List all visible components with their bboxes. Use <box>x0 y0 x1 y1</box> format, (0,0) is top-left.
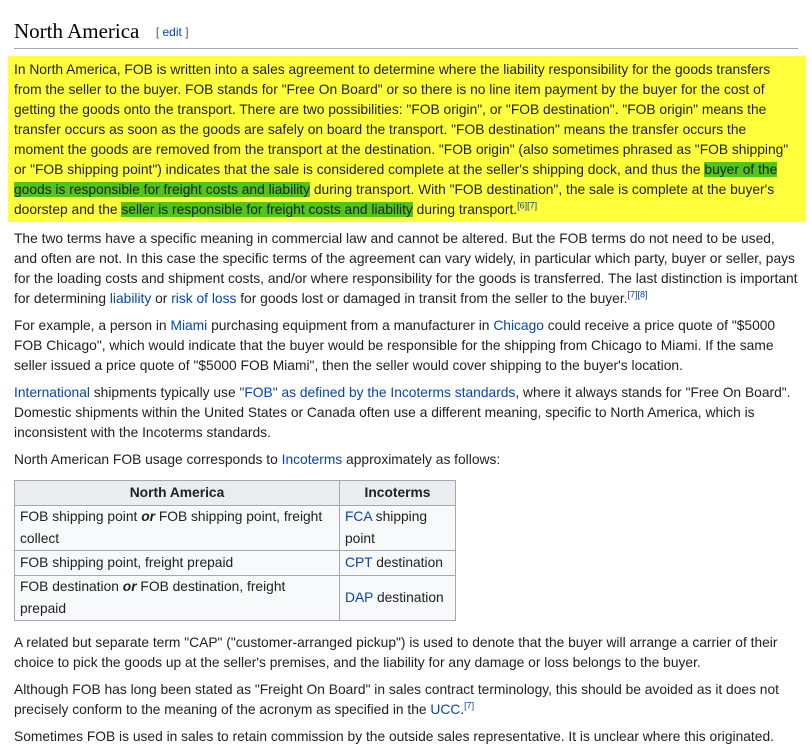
link-fca[interactable]: FCA <box>345 509 372 524</box>
text: Although FOB has long been stated as "Fr… <box>14 682 779 717</box>
link-miami[interactable]: Miami <box>170 318 207 333</box>
highlight-seller-responsible: seller is responsible for freight costs … <box>121 202 413 217</box>
paragraph-fob-definition: In North America, FOB is written into a … <box>8 56 806 222</box>
cell-text: FOB shipping point, freight prepaid <box>20 555 234 570</box>
edit-bracket-open: [ <box>155 25 163 39</box>
link-incoterms[interactable]: Incoterms <box>282 452 343 467</box>
section-title: North America <box>14 19 140 43</box>
paragraph-example: For example, a person in Miami purchasin… <box>14 316 798 376</box>
text: North American FOB usage corresponds to <box>14 452 282 467</box>
table-header: North America <box>14 480 340 506</box>
link-cpt[interactable]: CPT <box>345 555 372 570</box>
edit-link[interactable]: edit <box>163 25 182 39</box>
table-cell: FCA shipping point <box>339 505 456 551</box>
citation-link[interactable]: [7] <box>464 700 474 710</box>
text: shipments typically use <box>89 385 240 400</box>
citation-link[interactable]: [6][7] <box>517 200 537 210</box>
citation: [6][7] <box>517 200 537 210</box>
table-header-row: North America Incoterms <box>14 480 456 506</box>
text: In North America, FOB is written into a … <box>14 62 789 177</box>
link-liability[interactable]: liability <box>110 291 151 306</box>
article-content: North America [ edit ] In North America,… <box>0 0 812 747</box>
table-cell: CPT destination <box>339 550 456 576</box>
edit-section: [ edit ] <box>156 25 189 39</box>
text: A related but separate term "CAP" ("cust… <box>14 635 778 670</box>
text: approximately as follows: <box>342 452 501 467</box>
table-row: FOB shipping point or FOB shipping point… <box>14 505 456 551</box>
incoterms-table: North America Incoterms FOB shipping poi… <box>14 480 456 621</box>
link-dap[interactable]: DAP <box>345 590 373 605</box>
table-row: FOB destination or FOB destination, frei… <box>14 575 456 621</box>
text: Sometimes FOB is used in sales to retain… <box>14 729 774 744</box>
table-row: FOB shipping point, freight prepaid CPT … <box>14 550 456 576</box>
table-cell: FOB shipping point, freight prepaid <box>14 550 340 576</box>
paragraph-usage: North American FOB usage corresponds to … <box>14 450 798 470</box>
or-emphasis: or <box>122 579 137 594</box>
edit-bracket-close: ] <box>181 25 189 39</box>
link-ucc[interactable]: UCC <box>430 702 460 717</box>
cell-text: destination <box>372 555 443 570</box>
paragraph-commission: Sometimes FOB is used in sales to retain… <box>14 727 798 747</box>
paragraph-terms-meaning: The two terms have a specific meaning in… <box>14 229 798 309</box>
paragraph-international: International shipments typically use "F… <box>14 383 798 443</box>
cell-text: FOB destination <box>20 579 123 594</box>
citation: [7][8] <box>628 289 648 299</box>
text: for goods lost or damaged in transit fro… <box>236 291 628 306</box>
paragraph-cap: A related but separate term "CAP" ("cust… <box>14 633 798 673</box>
link-fob-incoterms[interactable]: "FOB" as defined by the Incoterms standa… <box>239 385 515 400</box>
citation: [7] <box>464 700 474 710</box>
link-chicago[interactable]: Chicago <box>493 318 544 333</box>
cell-text: destination <box>373 590 444 605</box>
link-risk-of-loss[interactable]: risk of loss <box>171 291 236 306</box>
section-heading: North America [ edit ] <box>14 0 798 49</box>
text: during transport. <box>412 202 518 217</box>
or-emphasis: or <box>141 509 155 524</box>
table-header: Incoterms <box>339 480 456 506</box>
text: For example, a person in <box>14 318 171 333</box>
paragraph-freight-on-board: Although FOB has long been stated as "Fr… <box>14 680 798 720</box>
link-international[interactable]: International <box>14 385 90 400</box>
text: purchasing equipment from a manufacturer… <box>207 318 494 333</box>
text: or <box>151 291 172 306</box>
cell-text: FOB shipping point <box>20 509 142 524</box>
citation-link[interactable]: [7][8] <box>628 289 648 299</box>
table-cell: FOB shipping point or FOB shipping point… <box>14 505 340 551</box>
table-cell: DAP destination <box>339 575 456 621</box>
table-cell: FOB destination or FOB destination, frei… <box>14 575 340 621</box>
